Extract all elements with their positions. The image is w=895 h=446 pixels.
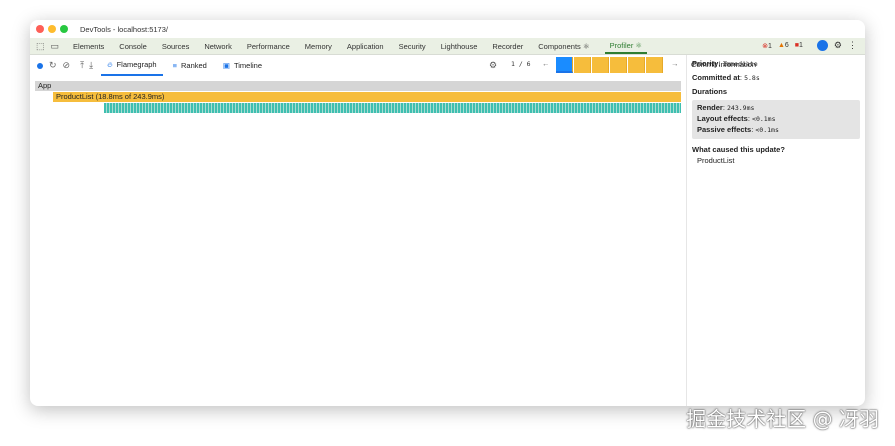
maximize-button[interactable] [60,25,68,33]
commit-bar[interactable] [646,57,663,73]
issue-count: 1 [799,42,803,49]
reload-icon[interactable]: ↻ [49,60,57,71]
commit-bar[interactable] [556,57,573,73]
tab-components[interactable]: Components ⚛ [538,42,589,51]
ranked-icon: ≡ [172,61,177,70]
tab-security[interactable]: Security [399,42,426,51]
errors-badge[interactable]: ⊗1 [762,42,772,50]
tab-memory[interactable]: Memory [305,42,332,51]
cause-heading: What caused this update? [692,145,785,154]
error-count: 1 [768,42,772,50]
settings-icon[interactable]: ⚙ [489,60,497,71]
commit-info-panel: Priority: Immediate Committed at: 5.8s D… [686,55,865,406]
durations-heading: Durations [692,87,728,96]
flamegraph-label: Flamegraph [116,60,157,69]
calendar-icon: ▣ [222,61,230,70]
devtools-window: DevTools - localhost:5173/ ⬚ ▭ Elements … [30,20,865,406]
tab-elements[interactable]: Elements [73,42,104,51]
flamegraph-area: App ProductList (18.8ms of 243.9ms) [30,76,686,406]
ranked-label: Ranked [181,61,207,70]
upload-icon[interactable]: ⤒ [80,60,84,71]
tab-lighthouse[interactable]: Lighthouse [441,42,478,51]
tab-application[interactable]: Application [347,42,384,51]
warning-count: 6 [784,42,789,49]
device-toggle-icon[interactable]: ▭ [51,41,60,52]
commit-bar[interactable] [574,57,591,73]
more-icon[interactable]: ⋮ [848,40,857,51]
priority-row: Priority: Immediate [692,59,758,68]
warnings-badge[interactable]: ▲6 [778,42,789,49]
warning-icon: ▲ [777,42,785,49]
flame-icon: 🔥︎ [107,59,113,69]
gear-icon[interactable]: ⚙ [834,40,842,51]
commit-bar[interactable] [628,57,645,73]
prev-commit-button[interactable]: ← [542,59,550,68]
tab-network[interactable]: Network [204,42,232,51]
download-icon[interactable]: ⤓ [89,60,93,71]
commit-bar[interactable] [610,57,627,73]
issues-badge[interactable]: ■1 [795,42,803,49]
commit-bar[interactable] [592,57,609,73]
tab-sources[interactable]: Sources [162,42,190,51]
layout-row: Layout effects: <0.1ms [697,114,776,123]
flame-node-app[interactable]: App [35,81,681,91]
tab-performance[interactable]: Performance [247,42,290,51]
flame-node-productlist[interactable]: ProductList (18.8ms of 243.9ms) [53,92,681,102]
watermark: 掘金技术社区 @ 冴羽 [686,407,879,431]
tab-profiler[interactable]: Profiler ⚛ [604,41,648,54]
clear-icon[interactable]: ⊘ [63,60,71,71]
tab-recorder[interactable]: Recorder [492,42,523,51]
record-button[interactable] [37,62,43,69]
timeline-label: Timeline [233,61,263,70]
durations-box: Render: 243.9ms Layout effects: <0.1ms P… [692,100,860,139]
tab-console[interactable]: Console [119,42,147,51]
close-button[interactable] [36,25,44,33]
minimize-button[interactable] [48,25,56,33]
commit-counter: 1 / 6 [511,60,531,68]
next-commit-button[interactable]: → [671,59,679,68]
tab-timeline[interactable]: ▣ Timeline [217,55,268,76]
title-bar: DevTools - localhost:5173/ [30,20,865,38]
tab-ranked[interactable]: ≡ Ranked [167,55,213,76]
devtools-tabbar: ⬚ ▭ Elements Console Sources Network Per… [30,38,865,55]
update-icon[interactable] [816,40,828,51]
inspect-icon[interactable]: ⬚ [36,41,45,52]
render-row: Render: 243.9ms [697,103,755,112]
committed-row: Committed at: 5.8s [692,73,760,82]
passive-row: Passive effects: <0.1ms [697,125,779,134]
flame-node-children[interactable] [104,103,681,113]
tab-flamegraph[interactable]: 🔥︎ Flamegraph [101,55,163,76]
window-title: DevTools - localhost:5173/ [80,24,168,34]
cause-component[interactable]: ProductList [692,156,860,165]
